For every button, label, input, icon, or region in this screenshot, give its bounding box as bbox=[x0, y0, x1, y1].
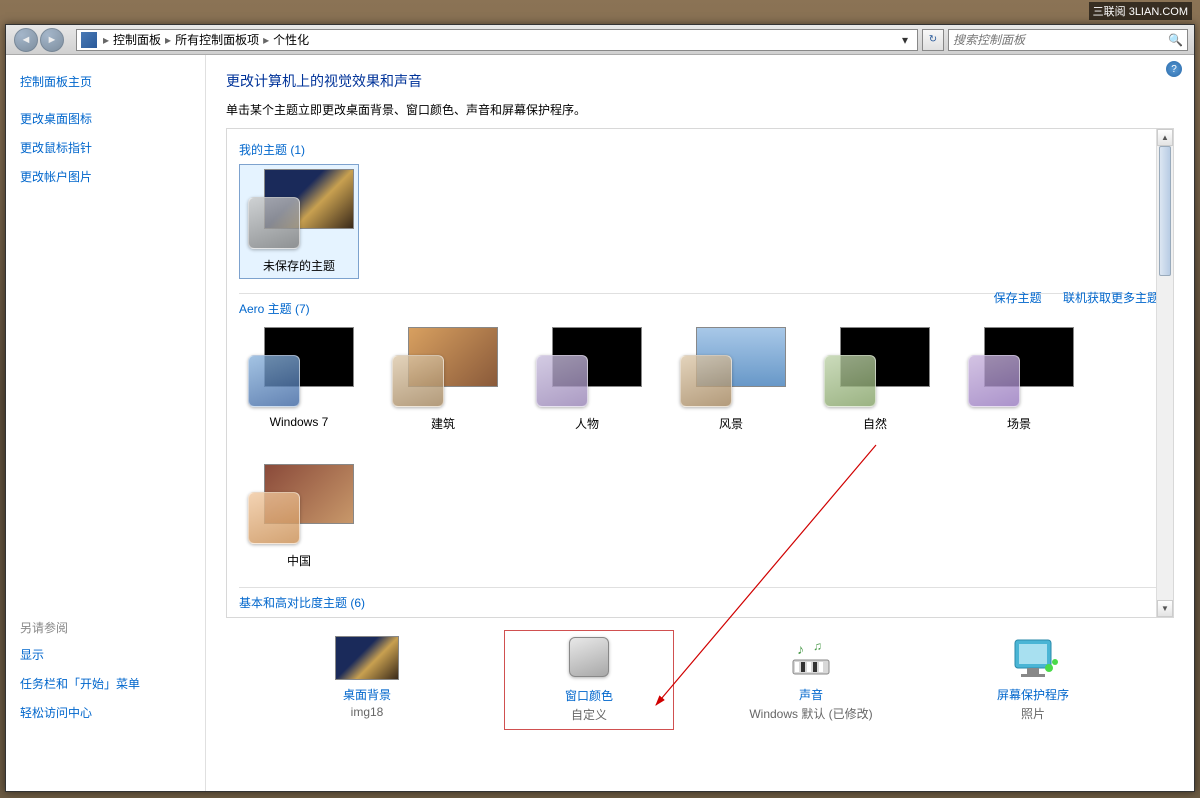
search-input[interactable] bbox=[953, 33, 1168, 47]
window-color-button[interactable]: 窗口颜色 自定义 bbox=[504, 630, 674, 730]
theme-china[interactable]: 中国 bbox=[239, 460, 359, 573]
breadcrumb-l2[interactable]: 所有控制面板项 bbox=[175, 31, 259, 48]
bottom-sub: 自定义 bbox=[511, 706, 667, 723]
back-button[interactable]: ◄ bbox=[14, 28, 38, 52]
bottom-settings-row: 桌面背景 img18 窗口颜色 自定义 ♪♫ 声音 Windows 默认 (已修… bbox=[226, 618, 1174, 742]
address-bar[interactable]: ▸ 控制面板 ▸ 所有控制面板项 ▸ 个性化 ▾ bbox=[76, 29, 918, 51]
theme-label: 风景 bbox=[675, 415, 787, 432]
sidebar-link-taskbar[interactable]: 任务栏和「开始」菜单 bbox=[20, 675, 191, 692]
theme-action-links: 保存主题 联机获取更多主题 bbox=[976, 289, 1159, 306]
sidebar-link-display[interactable]: 显示 bbox=[20, 646, 191, 663]
desktop-background-icon bbox=[335, 636, 399, 680]
bottom-title: 桌面背景 bbox=[288, 686, 446, 703]
search-box[interactable]: 🔍 bbox=[948, 29, 1188, 51]
theme-label: 建筑 bbox=[387, 415, 499, 432]
my-themes-row: 未保存的主题 bbox=[239, 164, 1161, 279]
nav-buttons: ◄ ► bbox=[6, 28, 72, 52]
sidebar-link-mouse-pointers[interactable]: 更改鼠标指针 bbox=[20, 139, 191, 156]
screensaver-button[interactable]: 屏幕保护程序 照片 bbox=[948, 630, 1118, 730]
window-color-icon bbox=[557, 637, 621, 681]
refresh-button[interactable]: ↻ bbox=[922, 29, 944, 51]
chevron-right-icon[interactable]: ▸ bbox=[103, 33, 109, 47]
scroll-up-icon[interactable]: ▲ bbox=[1157, 129, 1173, 146]
sidebar-see-also: 另请参阅 显示 任务栏和「开始」菜单 轻松访问中心 bbox=[20, 619, 191, 773]
help-icon[interactable]: ? bbox=[1166, 61, 1182, 77]
sounds-icon: ♪♫ bbox=[779, 636, 843, 680]
breadcrumb-l3[interactable]: 个性化 bbox=[273, 31, 309, 48]
bottom-sub: Windows 默认 (已修改) bbox=[732, 705, 890, 722]
screensaver-icon bbox=[1001, 636, 1065, 680]
search-icon[interactable]: 🔍 bbox=[1168, 33, 1183, 47]
page-title: 更改计算机上的视觉效果和声音 bbox=[226, 71, 1174, 91]
theme-label: 未保存的主题 bbox=[244, 257, 354, 274]
section-basic-themes: 基本和高对比度主题 (6) bbox=[239, 594, 1161, 611]
sounds-button[interactable]: ♪♫ 声音 Windows 默认 (已修改) bbox=[726, 630, 896, 730]
scroll-thumb[interactable] bbox=[1159, 146, 1171, 276]
sidebar-link-desktop-icons[interactable]: 更改桌面图标 bbox=[20, 110, 191, 127]
sidebar-home[interactable]: 控制面板主页 bbox=[20, 73, 191, 90]
theme-nature[interactable]: 自然 bbox=[815, 323, 935, 436]
scroll-down-icon[interactable]: ▼ bbox=[1157, 600, 1173, 617]
sidebar-link-account-picture[interactable]: 更改帐户图片 bbox=[20, 168, 191, 185]
section-my-themes: 我的主题 (1) bbox=[239, 141, 1161, 158]
bottom-sub: img18 bbox=[288, 705, 446, 719]
theme-landscapes[interactable]: 风景 bbox=[671, 323, 791, 436]
theme-label: 场景 bbox=[963, 415, 1075, 432]
bottom-title: 声音 bbox=[732, 686, 890, 703]
see-also-heading: 另请参阅 bbox=[20, 619, 191, 636]
theme-windows7[interactable]: Windows 7 bbox=[239, 323, 359, 436]
desktop-background-button[interactable]: 桌面背景 img18 bbox=[282, 630, 452, 730]
breadcrumb-l1[interactable]: 控制面板 bbox=[113, 31, 161, 48]
theme-label: 中国 bbox=[243, 552, 355, 569]
svg-text:♪: ♪ bbox=[797, 641, 804, 657]
address-dropdown-icon[interactable]: ▾ bbox=[897, 33, 913, 47]
get-more-themes-link[interactable]: 联机获取更多主题 bbox=[1063, 291, 1159, 305]
theme-unsaved[interactable]: 未保存的主题 bbox=[239, 164, 359, 279]
main-panel: ? 更改计算机上的视觉效果和声音 单击某个主题立即更改桌面背景、窗口颜色、声音和… bbox=[206, 55, 1194, 791]
bottom-title: 窗口颜色 bbox=[511, 687, 667, 704]
chevron-right-icon[interactable]: ▸ bbox=[263, 33, 269, 47]
vertical-scrollbar[interactable]: ▲ ▼ bbox=[1156, 129, 1173, 617]
titlebar: ◄ ► ▸ 控制面板 ▸ 所有控制面板项 ▸ 个性化 ▾ ↻ 🔍 bbox=[6, 25, 1194, 55]
divider bbox=[239, 587, 1161, 588]
theme-characters[interactable]: 人物 bbox=[527, 323, 647, 436]
theme-scenes[interactable]: 场景 bbox=[959, 323, 1079, 436]
theme-label: 人物 bbox=[531, 415, 643, 432]
save-theme-link[interactable]: 保存主题 bbox=[994, 291, 1042, 305]
forward-button[interactable]: ► bbox=[40, 28, 64, 52]
theme-architecture[interactable]: 建筑 bbox=[383, 323, 503, 436]
bottom-sub: 照片 bbox=[954, 705, 1112, 722]
theme-label: 自然 bbox=[819, 415, 931, 432]
theme-label: Windows 7 bbox=[243, 415, 355, 429]
aero-themes-row: Windows 7 建筑 人物 风景 bbox=[239, 323, 1161, 573]
breadcrumb: ▸ 控制面板 ▸ 所有控制面板项 ▸ 个性化 bbox=[103, 31, 309, 48]
watermark: 三联阅 3LIAN.COM bbox=[1089, 2, 1192, 20]
explorer-window: ◄ ► ▸ 控制面板 ▸ 所有控制面板项 ▸ 个性化 ▾ ↻ 🔍 控制面板主页 bbox=[5, 24, 1195, 792]
sidebar-link-ease-of-access[interactable]: 轻松访问中心 bbox=[20, 704, 191, 721]
bottom-title: 屏幕保护程序 bbox=[954, 686, 1112, 703]
sidebar: 控制面板主页 更改桌面图标 更改鼠标指针 更改帐户图片 另请参阅 显示 任务栏和… bbox=[6, 55, 206, 791]
theme-panel: 我的主题 (1) 未保存的主题 保存主题 联机获取更多主题 Aero 主题 (7… bbox=[226, 128, 1174, 618]
chevron-right-icon[interactable]: ▸ bbox=[165, 33, 171, 47]
content-area: 控制面板主页 更改桌面图标 更改鼠标指针 更改帐户图片 另请参阅 显示 任务栏和… bbox=[6, 55, 1194, 791]
svg-text:♫: ♫ bbox=[813, 639, 822, 653]
page-subtitle: 单击某个主题立即更改桌面背景、窗口颜色、声音和屏幕保护程序。 bbox=[226, 101, 1174, 118]
personalization-icon bbox=[81, 32, 97, 48]
